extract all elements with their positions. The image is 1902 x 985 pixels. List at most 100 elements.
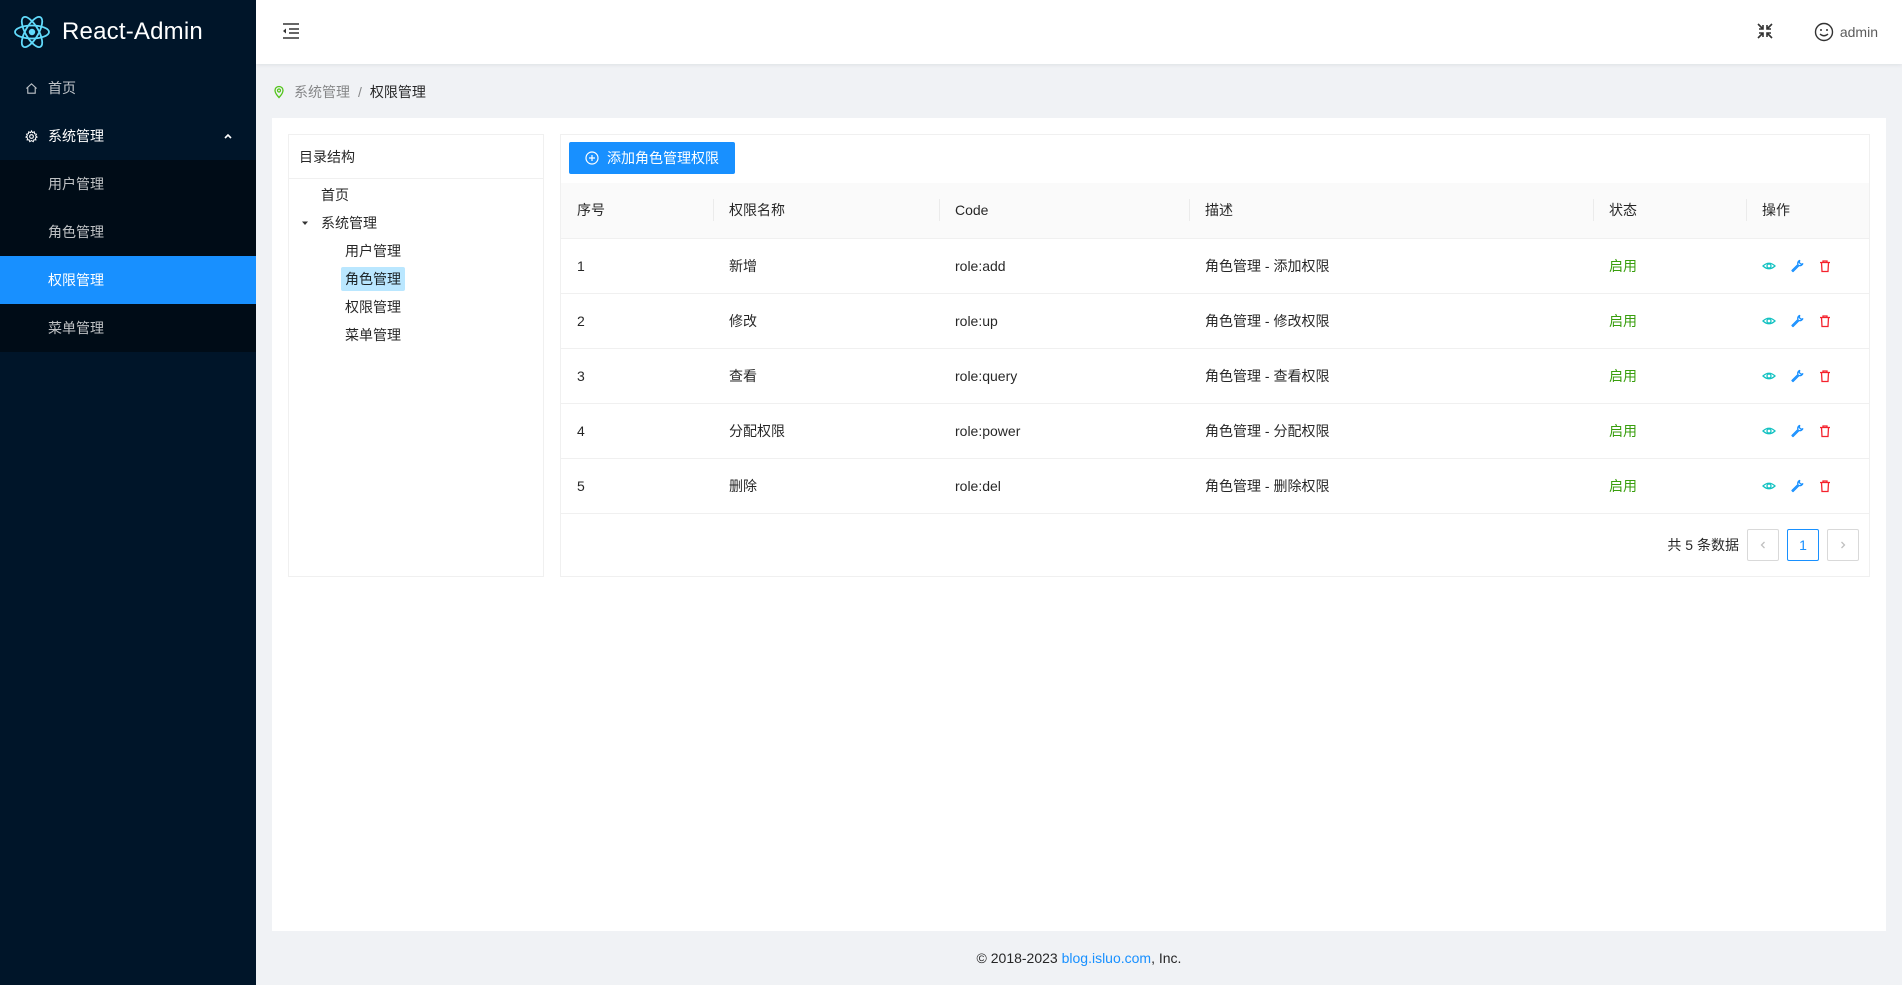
- sidebar-item-label: 菜单管理: [48, 320, 104, 336]
- sidebar-item-label: 系统管理: [48, 128, 104, 144]
- chevron-right-icon: [1841, 541, 1846, 549]
- permission-table-card: 添加角色管理权限 序号 权限名称 Code 描述 状态 操作 1 新增 role:a…: [560, 134, 1870, 577]
- cell-actions: [1746, 348, 1869, 404]
- add-permission-button[interactable]: 添加角色管理权限: [569, 142, 735, 174]
- eye-icon[interactable]: [1762, 314, 1776, 328]
- cell-actions: [1746, 293, 1869, 349]
- sidebar-item-system[interactable]: 系统管理: [0, 112, 256, 160]
- sidebar-item-label: 权限管理: [48, 272, 104, 288]
- sidebar-item-label: 角色管理: [48, 224, 104, 240]
- environment-icon: [274, 85, 284, 99]
- column-header-no: 序号: [561, 183, 713, 239]
- breadcrumb-current: 权限管理: [369, 84, 426, 100]
- table-row: 1 新增 role:add 角色管理 - 添加权限 启用: [561, 238, 1869, 294]
- plus-circle-icon: [585, 151, 599, 165]
- tree-switcher-placeholder: [293, 183, 317, 207]
- table-row: 2 修改 role:up 角色管理 - 修改权限 启用: [561, 293, 1869, 349]
- tree-switcher-placeholder: [317, 323, 341, 347]
- footer-link[interactable]: blog.isluo.com: [1062, 950, 1152, 966]
- tree-node-label[interactable]: 系统管理: [317, 211, 381, 235]
- submenu-system: 用户管理 角色管理 权限管理 菜单管理: [0, 160, 256, 352]
- cell-code: role:add: [939, 238, 1189, 294]
- eye-icon[interactable]: [1762, 369, 1776, 383]
- cell-code: role:query: [939, 348, 1189, 404]
- tree-switcher-placeholder: [317, 239, 341, 263]
- menu-fold-icon[interactable]: [280, 20, 302, 42]
- cell-no: 1: [561, 238, 713, 294]
- permission-table: 序号 权限名称 Code 描述 状态 操作 1 新增 role:add 角色管理 - …: [561, 183, 1869, 514]
- sidebar-item-home[interactable]: 首页: [0, 64, 256, 112]
- tree-node-label[interactable]: 权限管理: [341, 295, 405, 319]
- cell-desc: 角色管理 - 查看权限: [1189, 348, 1593, 404]
- app-title: React-Admin: [62, 18, 203, 45]
- eye-icon[interactable]: [1762, 479, 1776, 493]
- cell-actions: [1746, 403, 1869, 459]
- cell-actions: [1746, 458, 1869, 514]
- cell-status: 启用: [1593, 403, 1746, 459]
- cell-code: role:power: [939, 403, 1189, 459]
- tree-node-label[interactable]: 首页: [317, 183, 353, 207]
- footer-copyright: © 2018-2023: [976, 950, 1062, 966]
- tree-node: 角色管理: [289, 265, 543, 293]
- cell-name: 查看: [713, 348, 939, 404]
- tool-icon[interactable]: [1790, 259, 1804, 273]
- footer-suffix: , Inc.: [1151, 950, 1182, 966]
- column-header-actions: 操作: [1746, 183, 1869, 239]
- setting-icon: [24, 129, 38, 143]
- logo[interactable]: React-Admin: [0, 0, 256, 64]
- sidebar-item-roles[interactable]: 角色管理: [0, 208, 256, 256]
- sidebar: React-Admin 首页 系统管理 用户管理 角色管理 权限管理 菜单管理: [0, 0, 256, 985]
- cell-status: 启用: [1593, 458, 1746, 514]
- breadcrumb: 系统管理 / 权限管理: [272, 82, 426, 102]
- tool-icon[interactable]: [1790, 369, 1804, 383]
- column-header-status: 状态: [1593, 183, 1746, 239]
- cell-status: 启用: [1593, 238, 1746, 294]
- sidebar-item-permissions[interactable]: 权限管理: [0, 256, 256, 304]
- table-row: 3 查看 role:query 角色管理 - 查看权限 启用: [561, 348, 1869, 404]
- cell-desc: 角色管理 - 添加权限: [1189, 238, 1593, 294]
- sidebar-item-users[interactable]: 用户管理: [0, 160, 256, 208]
- sidebar-item-label: 首页: [48, 80, 76, 96]
- tool-icon[interactable]: [1790, 424, 1804, 438]
- delete-icon[interactable]: [1818, 369, 1832, 383]
- user-menu[interactable]: admin: [1814, 20, 1878, 44]
- add-permission-label: 添加角色管理权限: [607, 150, 719, 166]
- table-header-row: 序号 权限名称 Code 描述 状态 操作: [561, 183, 1869, 239]
- cell-desc: 角色管理 - 修改权限: [1189, 293, 1593, 349]
- cell-desc: 角色管理 - 分配权限: [1189, 403, 1593, 459]
- delete-icon[interactable]: [1818, 424, 1832, 438]
- column-header-code: Code: [939, 183, 1189, 239]
- eye-icon[interactable]: [1762, 424, 1776, 438]
- tool-icon[interactable]: [1790, 479, 1804, 493]
- tree-node-label[interactable]: 菜单管理: [341, 323, 405, 347]
- tree-node: 菜单管理: [289, 321, 543, 349]
- delete-icon[interactable]: [1818, 479, 1832, 493]
- tree-node: 权限管理: [289, 293, 543, 321]
- caret-down-icon[interactable]: [293, 211, 317, 235]
- breadcrumb-separator: /: [358, 84, 362, 100]
- cell-name: 分配权限: [713, 403, 939, 459]
- cell-desc: 角色管理 - 删除权限: [1189, 458, 1593, 514]
- tree-switcher-placeholder: [317, 295, 341, 319]
- delete-icon[interactable]: [1818, 314, 1832, 328]
- prev-page-button[interactable]: [1747, 529, 1779, 561]
- sidebar-item-label: 用户管理: [48, 176, 104, 192]
- tree-title: 目录结构: [289, 135, 543, 179]
- cell-code: role:del: [939, 458, 1189, 514]
- fullscreen-icon[interactable]: [1756, 22, 1774, 40]
- page-1-button[interactable]: 1: [1787, 529, 1819, 561]
- next-page-button[interactable]: [1827, 529, 1859, 561]
- delete-icon[interactable]: [1818, 259, 1832, 273]
- cell-no: 5: [561, 458, 713, 514]
- tool-icon[interactable]: [1790, 314, 1804, 328]
- sidebar-item-menus[interactable]: 菜单管理: [0, 304, 256, 352]
- tree-node-label[interactable]: 用户管理: [341, 239, 405, 263]
- smile-icon: [1814, 22, 1834, 42]
- cell-no: 2: [561, 293, 713, 349]
- eye-icon[interactable]: [1762, 259, 1776, 273]
- breadcrumb-item[interactable]: 系统管理: [294, 82, 350, 102]
- tree-node: 用户管理: [289, 237, 543, 265]
- cell-status: 启用: [1593, 293, 1746, 349]
- tree-node: 系统管理: [289, 209, 543, 237]
- tree-node-label-selected[interactable]: 角色管理: [341, 267, 405, 291]
